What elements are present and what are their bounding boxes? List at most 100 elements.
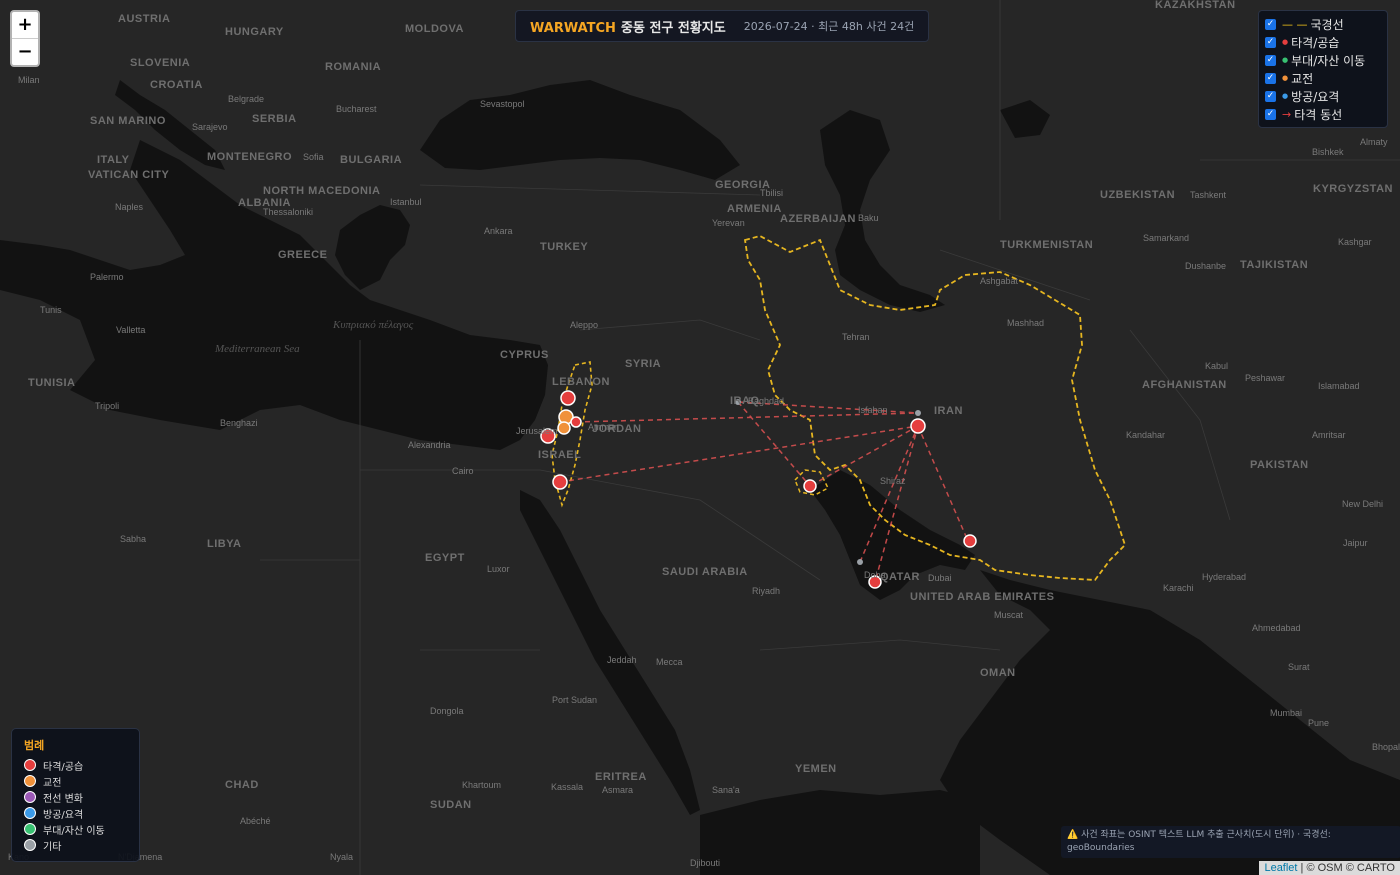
map-label: Sevastopol bbox=[480, 99, 525, 109]
dashed-line-icon: — — bbox=[1282, 17, 1308, 31]
map-label: MONTENEGRO bbox=[207, 151, 292, 163]
layer-toggle-borders[interactable]: ✓ — — 국경선 bbox=[1265, 15, 1381, 33]
map-label: AFGHANISTAN bbox=[1142, 379, 1227, 391]
map-label: Luxor bbox=[487, 564, 510, 574]
map-label: Sofia bbox=[303, 152, 324, 162]
clash-marker bbox=[557, 421, 571, 435]
map-label: KYRGYZSTAN bbox=[1313, 183, 1393, 195]
map-label: LIBYA bbox=[207, 538, 242, 550]
map-label: AUSTRIA bbox=[118, 13, 170, 25]
layer-toggle-air-defense[interactable]: ✓ ● 방공/요격 bbox=[1265, 87, 1381, 105]
map-label: Isfahan bbox=[858, 405, 888, 415]
red-dot-icon: ● bbox=[1282, 38, 1289, 46]
map-label: CHAD bbox=[225, 779, 259, 791]
layer-label: 타격/공습 bbox=[1291, 35, 1340, 50]
map-label: Tbilisi bbox=[760, 188, 783, 198]
map-label: SLOVENIA bbox=[130, 57, 190, 69]
map-label: New Delhi bbox=[1342, 499, 1383, 509]
map-label: Peshawar bbox=[1245, 373, 1285, 383]
checkbox[interactable]: ✓ bbox=[1265, 54, 1276, 66]
map-label: Muscat bbox=[994, 610, 1024, 620]
map-label: Jerusalem bbox=[516, 426, 558, 436]
map-label: TURKMENISTAN bbox=[1000, 239, 1093, 251]
map-label: Islamabad bbox=[1318, 381, 1360, 391]
layer-control: ✓ — — 국경선 ✓ ● 타격/공습 ✓ ● 부대/자산 이동 ✓ ● 교전 … bbox=[1258, 10, 1388, 128]
blue-dot-icon: ● bbox=[1282, 92, 1289, 100]
checkbox[interactable]: ✓ bbox=[1265, 90, 1276, 102]
map-label: Valletta bbox=[116, 325, 145, 335]
map-label: Alexandria bbox=[408, 440, 451, 450]
map-label: Samarkand bbox=[1143, 233, 1189, 243]
legend-item: 교전 bbox=[24, 773, 129, 789]
legend-item: 부대/자산 이동 bbox=[24, 821, 129, 837]
map-label: Belgrade bbox=[228, 94, 264, 104]
legend-label: 교전 bbox=[43, 777, 62, 789]
map-label: Mashhad bbox=[1007, 318, 1044, 328]
map-attribution: Leaflet | © OSM © CARTO bbox=[1259, 861, 1400, 875]
checkbox[interactable]: ✓ bbox=[1265, 108, 1276, 120]
zoom-out-button[interactable]: − bbox=[12, 38, 38, 65]
map-label: Asmara bbox=[602, 785, 633, 795]
other-marker bbox=[915, 410, 921, 416]
layer-toggle-strikes[interactable]: ✓ ● 타격/공습 bbox=[1265, 33, 1381, 51]
map-label: Pune bbox=[1308, 718, 1329, 728]
map-label: CROATIA bbox=[150, 79, 203, 91]
map-label: GREECE bbox=[278, 249, 327, 261]
layer-toggle-clashes[interactable]: ✓ ● 교전 bbox=[1265, 69, 1381, 87]
leaflet-link[interactable]: Leaflet bbox=[1264, 862, 1297, 874]
map-label: Sabha bbox=[120, 534, 146, 544]
map-label: UZBEKISTAN bbox=[1100, 189, 1175, 201]
map-label: Tashkent bbox=[1190, 190, 1227, 200]
legend-label: 전선 변화 bbox=[43, 793, 83, 805]
zoom-control: + − bbox=[10, 10, 40, 67]
checkbox[interactable]: ✓ bbox=[1265, 18, 1276, 30]
legend-item: 기타 bbox=[24, 837, 129, 853]
map-label: SYRIA bbox=[625, 358, 661, 370]
map-label: LEBANON bbox=[552, 376, 610, 388]
checkbox[interactable]: ✓ bbox=[1265, 72, 1276, 84]
map-label: NORTH MACEDONIA bbox=[263, 185, 381, 197]
map-label: Ankara bbox=[484, 226, 513, 236]
map-label: Jeddah bbox=[607, 655, 637, 665]
layer-toggle-movements[interactable]: ✓ ● 부대/자산 이동 bbox=[1265, 51, 1381, 69]
green-dot-icon: ● bbox=[1282, 56, 1289, 64]
map-label: Dongola bbox=[430, 706, 464, 716]
map-label: Dushanbe bbox=[1185, 261, 1226, 271]
orange-dot-icon bbox=[24, 775, 36, 787]
map-label: Palermo bbox=[90, 272, 124, 282]
map-label: CYPRUS bbox=[500, 349, 549, 361]
checkbox[interactable]: ✓ bbox=[1265, 36, 1276, 48]
map-label: Κυπριακό πέλαγος bbox=[332, 319, 414, 331]
legend-title: 범례 bbox=[24, 739, 45, 752]
map-label: Thessaloniki bbox=[263, 207, 313, 217]
map-label: Mumbai bbox=[1270, 708, 1302, 718]
map-label: Nyala bbox=[330, 852, 353, 862]
map-label: Port Sudan bbox=[552, 695, 597, 705]
layer-label: 국경선 bbox=[1310, 17, 1344, 32]
map-label: Abéché bbox=[240, 816, 271, 826]
legend: 범례 타격/공습 교전 전선 변화 방공/요격 부대/자산 이동 기타 bbox=[11, 728, 140, 862]
map-label: EGYPT bbox=[425, 552, 465, 564]
map-label: Karachi bbox=[1163, 583, 1194, 593]
layer-label: 타격 동선 bbox=[1294, 107, 1343, 122]
map-label: Hyderabad bbox=[1202, 572, 1246, 582]
map-label: ROMANIA bbox=[325, 61, 381, 73]
map-label: Naples bbox=[115, 202, 144, 212]
map-label: AZERBAIJAN bbox=[780, 213, 856, 225]
strike-marker bbox=[570, 416, 582, 428]
zoom-in-button[interactable]: + bbox=[12, 12, 38, 38]
map-label: Kandahar bbox=[1126, 430, 1165, 440]
layer-label: 방공/요격 bbox=[1291, 89, 1340, 104]
map-label: Yerevan bbox=[712, 218, 745, 228]
map-label: KAZAKHSTAN bbox=[1155, 0, 1236, 11]
map-label: MOLDOVA bbox=[405, 23, 464, 35]
map-canvas[interactable]: AUSTRIA HUNGARY MOLDOVA ROMANIA SLOVENIA… bbox=[0, 0, 1400, 875]
layer-toggle-strike-routes[interactable]: ✓ → 타격 동선 bbox=[1265, 105, 1381, 123]
map-label: Kassala bbox=[551, 782, 583, 792]
map-label: Djibouti bbox=[690, 858, 720, 868]
map-label: Mediterranean Sea bbox=[214, 343, 300, 355]
strike-marker bbox=[803, 479, 817, 493]
legend-item: 전선 변화 bbox=[24, 789, 129, 805]
map-label: Dubai bbox=[928, 573, 952, 583]
map-label: Surat bbox=[1288, 662, 1310, 672]
